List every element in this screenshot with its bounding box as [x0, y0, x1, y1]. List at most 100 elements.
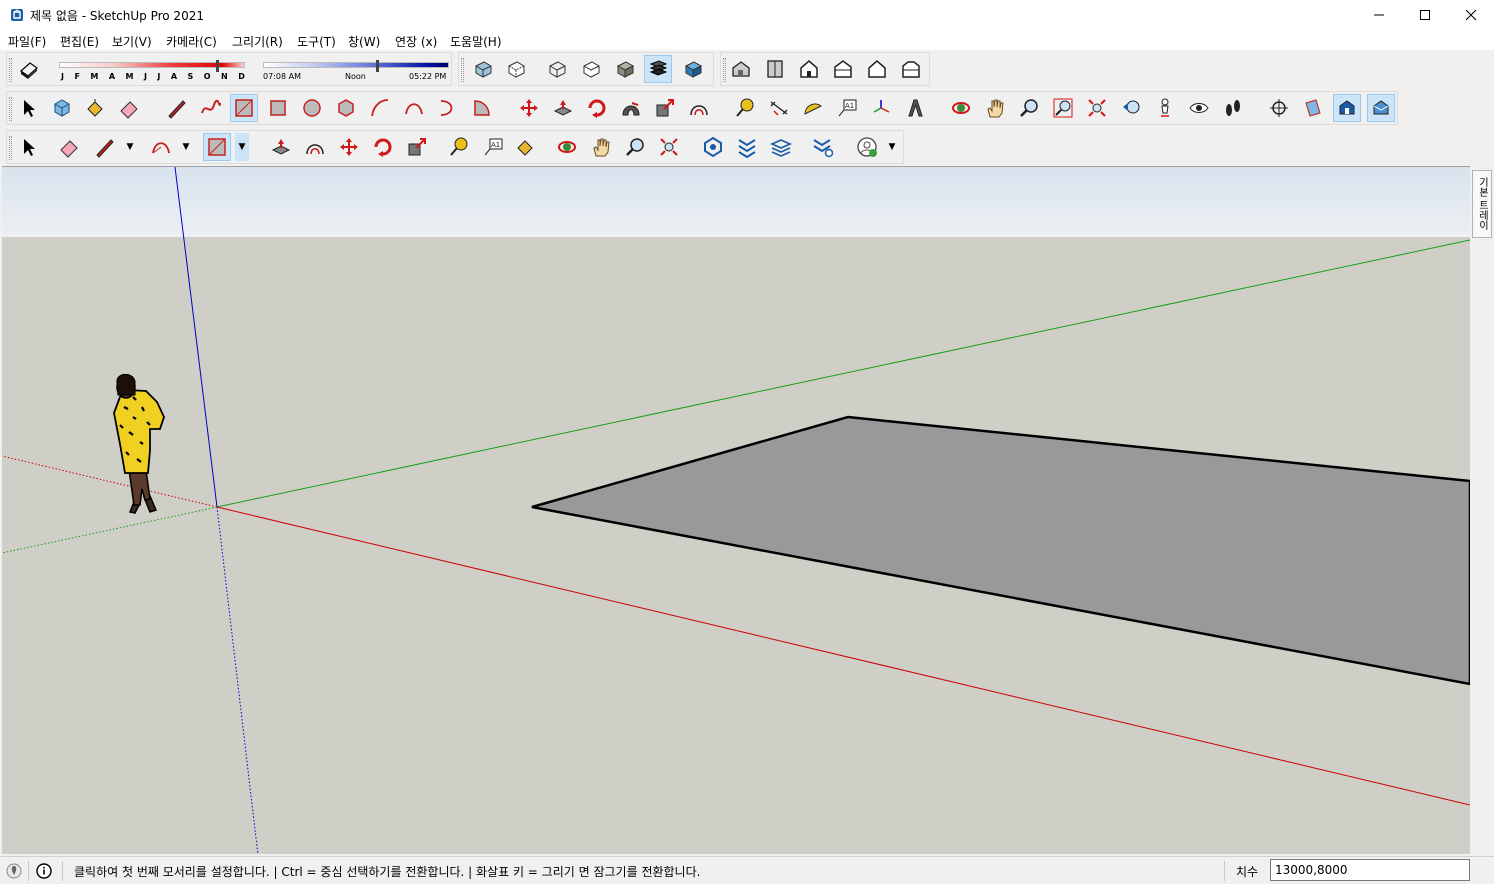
- paint-bucket-button[interactable]: [511, 133, 539, 161]
- text-button[interactable]: A1: [479, 133, 507, 161]
- orbit-button[interactable]: [553, 133, 581, 161]
- scale-button[interactable]: [403, 133, 431, 161]
- arc-button[interactable]: [147, 133, 175, 161]
- geo-location-icon[interactable]: [6, 863, 22, 879]
- zoom-button[interactable]: [1015, 94, 1043, 122]
- make-component-button[interactable]: [48, 94, 76, 122]
- pan-button[interactable]: [981, 94, 1009, 122]
- line-button[interactable]: [163, 94, 191, 122]
- rectangle-dropdown[interactable]: ▼: [235, 133, 249, 161]
- two-point-arc-button[interactable]: [400, 94, 428, 122]
- front-view-button[interactable]: [795, 55, 823, 83]
- back-view-button[interactable]: [863, 55, 891, 83]
- rectangle-button[interactable]: [203, 133, 231, 161]
- extension-warehouse-button[interactable]: [733, 133, 761, 161]
- scale-button[interactable]: [651, 94, 679, 122]
- toolbar-grip[interactable]: [9, 58, 12, 82]
- arc-dropdown[interactable]: ▼: [179, 133, 193, 161]
- paint-bucket-button[interactable]: [81, 94, 109, 122]
- three-point-arc-button[interactable]: [434, 94, 462, 122]
- offset-button[interactable]: [301, 133, 329, 161]
- push-pull-button[interactable]: [267, 133, 295, 161]
- left-view-button[interactable]: [897, 55, 925, 83]
- previous-view-button[interactable]: [1117, 94, 1145, 122]
- text-button[interactable]: A1: [833, 94, 861, 122]
- modeling-viewport[interactable]: [2, 166, 1470, 854]
- scale-figure[interactable]: [113, 373, 165, 514]
- orbit-button[interactable]: [947, 94, 975, 122]
- shaded-button[interactable]: [611, 55, 639, 83]
- rectangle-button[interactable]: [230, 94, 258, 122]
- select-button[interactable]: [15, 94, 43, 122]
- menu-camera[interactable]: 카메라(C): [166, 33, 217, 50]
- pencil-dropdown[interactable]: ▼: [123, 133, 137, 161]
- monochrome-button[interactable]: [679, 55, 707, 83]
- hidden-line-button[interactable]: [577, 55, 605, 83]
- arc-button[interactable]: [366, 94, 394, 122]
- account-button[interactable]: [853, 133, 881, 161]
- dimension-button[interactable]: [765, 94, 793, 122]
- xray-button[interactable]: [469, 55, 497, 83]
- tape-measure-button[interactable]: [445, 133, 473, 161]
- back-edges-button[interactable]: [502, 55, 530, 83]
- push-pull-button[interactable]: [549, 94, 577, 122]
- circle-button[interactable]: [298, 94, 326, 122]
- default-tray-tab[interactable]: 기본 트레이: [1472, 170, 1492, 238]
- shadow-settings-button[interactable]: [15, 55, 43, 83]
- 3d-warehouse-button[interactable]: [699, 133, 727, 161]
- rectangle-face[interactable]: [531, 415, 1470, 686]
- time-slider-thumb[interactable]: [376, 60, 380, 72]
- eraser-button[interactable]: [55, 133, 83, 161]
- pan-button[interactable]: [587, 133, 615, 161]
- menu-window[interactable]: 창(W): [348, 33, 380, 50]
- look-around-button[interactable]: [1185, 94, 1213, 122]
- toolbar-grip[interactable]: [9, 136, 12, 160]
- minimize-button[interactable]: [1356, 0, 1402, 30]
- tape-measure-button[interactable]: [731, 94, 759, 122]
- account-dropdown[interactable]: ▼: [885, 133, 899, 161]
- extension-manager-button[interactable]: [809, 133, 837, 161]
- display-section-fill-button[interactable]: [1367, 94, 1395, 122]
- time-slider[interactable]: 07:08 AM Noon 05:22 PM: [263, 60, 449, 86]
- layout-button[interactable]: [767, 133, 795, 161]
- eraser-button[interactable]: [115, 94, 143, 122]
- axes-button[interactable]: [867, 94, 895, 122]
- info-icon[interactable]: [36, 863, 52, 879]
- toolbar-grip[interactable]: [461, 58, 464, 82]
- rotate-button[interactable]: [583, 94, 611, 122]
- maximize-button[interactable]: [1402, 0, 1448, 30]
- menu-file[interactable]: 파일(F): [8, 33, 46, 50]
- measurements-input[interactable]: 13000,8000: [1270, 859, 1470, 881]
- zoom-window-button[interactable]: [1049, 94, 1077, 122]
- menu-edit[interactable]: 편집(E): [60, 33, 99, 50]
- pie-button[interactable]: [468, 94, 496, 122]
- wireframe-button[interactable]: [543, 55, 571, 83]
- close-button[interactable]: [1448, 0, 1494, 30]
- rotate-button[interactable]: [369, 133, 397, 161]
- position-camera-button[interactable]: [1151, 94, 1179, 122]
- zoom-extents-button[interactable]: [655, 133, 683, 161]
- toolbar-grip[interactable]: [9, 97, 12, 121]
- offset-button[interactable]: [685, 94, 713, 122]
- right-view-button[interactable]: [829, 55, 857, 83]
- zoom-button[interactable]: [621, 133, 649, 161]
- month-slider-thumb[interactable]: [216, 60, 220, 72]
- menu-draw[interactable]: 그리기(R): [232, 33, 283, 50]
- month-slider[interactable]: J F M A M J J A S O N D: [59, 60, 245, 86]
- menu-view[interactable]: 보기(V): [112, 33, 152, 50]
- select-button[interactable]: [15, 133, 43, 161]
- follow-me-button[interactable]: [617, 94, 645, 122]
- walk-button[interactable]: [1219, 94, 1247, 122]
- menu-tools[interactable]: 도구(T): [297, 33, 336, 50]
- menu-extensions[interactable]: 연장 (x): [395, 33, 437, 50]
- toolbar-grip[interactable]: [723, 58, 726, 82]
- section-plane-button[interactable]: [1265, 94, 1293, 122]
- shaded-textures-button[interactable]: [644, 55, 672, 83]
- rotated-rectangle-button[interactable]: [264, 94, 292, 122]
- pencil-button[interactable]: [91, 133, 119, 161]
- display-section-cuts-button[interactable]: [1333, 94, 1361, 122]
- freehand-button[interactable]: [197, 94, 225, 122]
- move-button[interactable]: [335, 133, 363, 161]
- 3d-text-button[interactable]: [901, 94, 929, 122]
- protractor-button[interactable]: [799, 94, 827, 122]
